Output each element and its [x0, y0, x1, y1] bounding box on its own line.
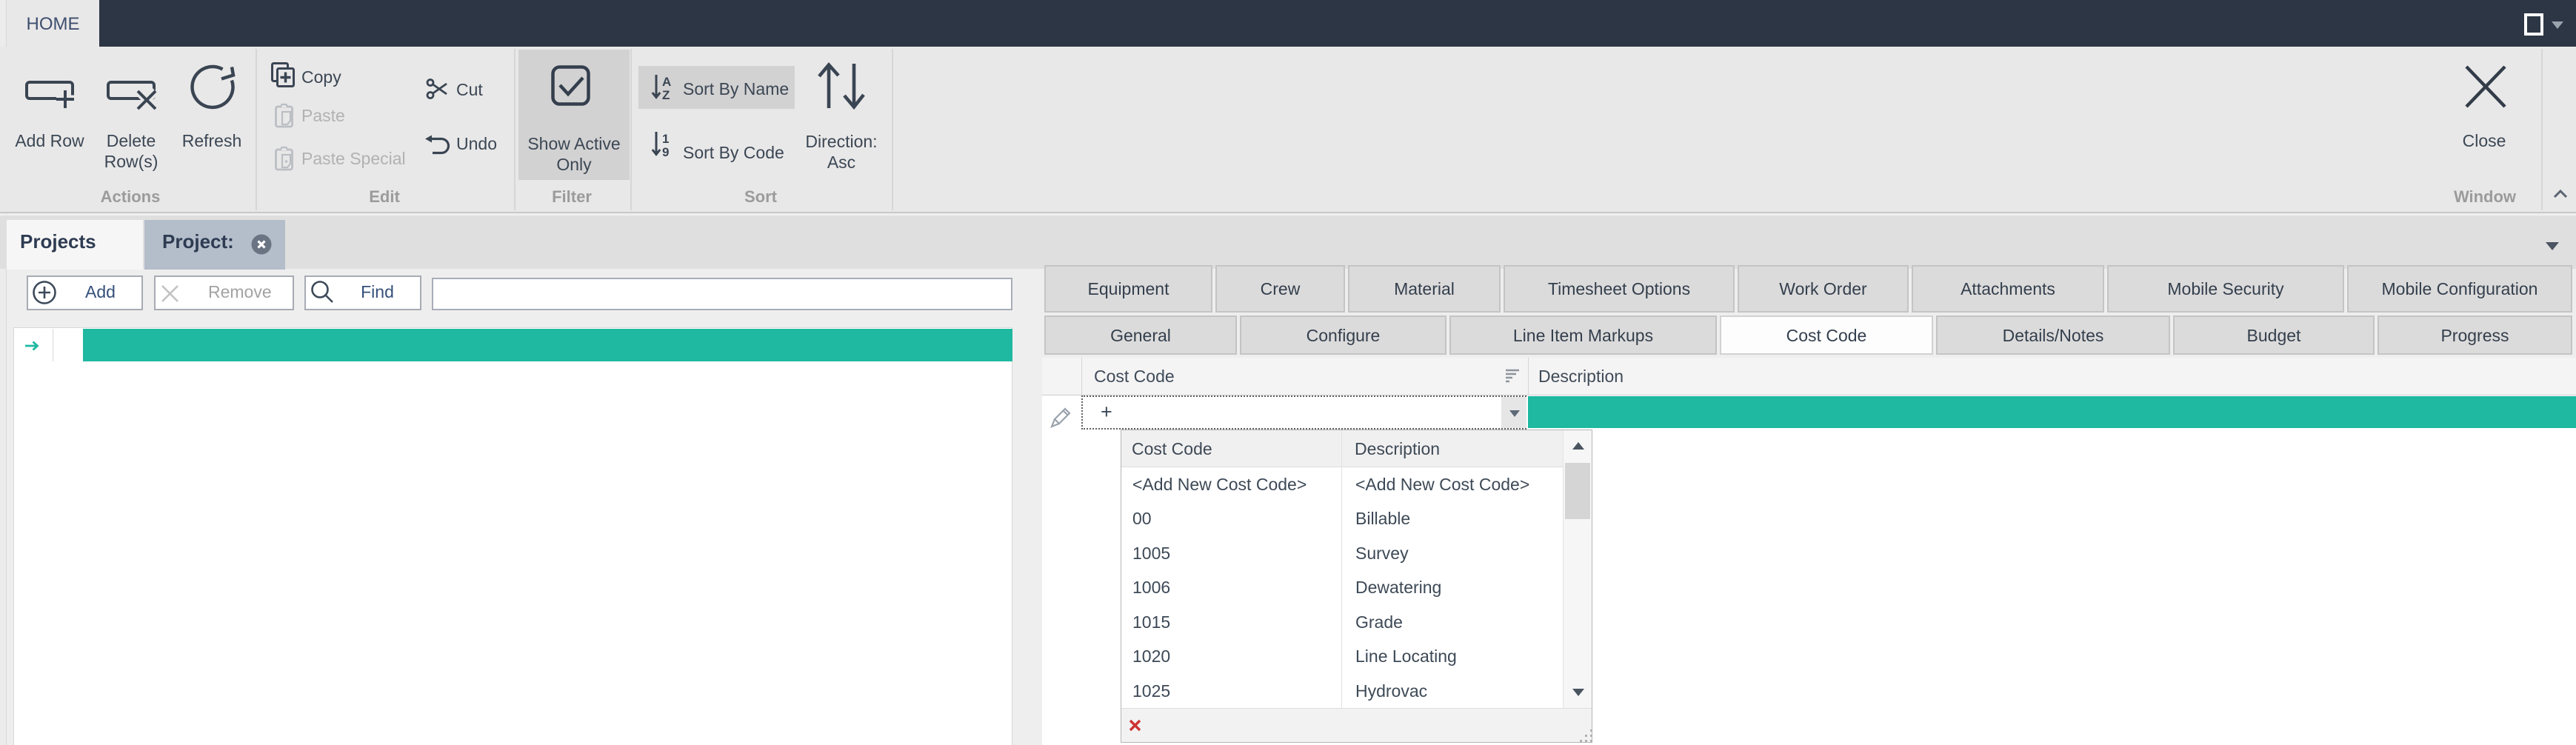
svg-text:Z: Z — [662, 88, 670, 102]
svg-text:1: 1 — [662, 132, 669, 146]
svg-text:A: A — [662, 75, 671, 89]
svg-text:9: 9 — [662, 145, 669, 159]
